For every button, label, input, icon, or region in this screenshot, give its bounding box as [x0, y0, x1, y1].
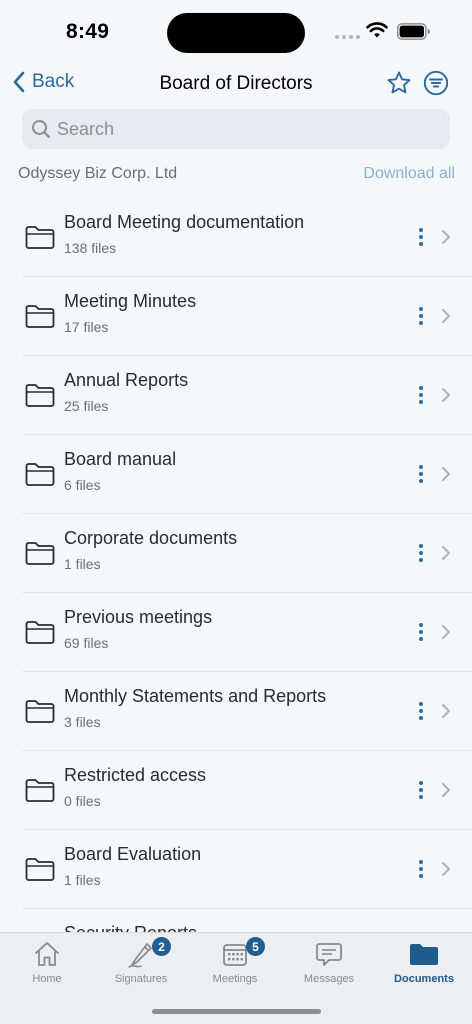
filter-icon[interactable] [423, 70, 449, 96]
more-options-icon[interactable] [413, 621, 429, 643]
tab-label: Signatures [114, 973, 168, 985]
file-count: 1 files [64, 872, 101, 888]
folder-row[interactable]: Board Evaluation 1 files [22, 830, 472, 909]
more-options-icon[interactable] [413, 542, 429, 564]
search-bar[interactable] [22, 109, 450, 149]
folder-icon [25, 305, 55, 328]
download-all-button[interactable]: Download all [363, 165, 455, 183]
folder-name: Meeting Minutes [64, 291, 197, 311]
tab-messages[interactable]: Messages [282, 933, 376, 993]
chevron-right-icon [442, 783, 450, 797]
folder-row[interactable]: Meeting Minutes 17 files [22, 277, 472, 356]
folder-icon [25, 621, 55, 644]
folder-name: Board Evaluation [64, 844, 202, 864]
home-indicator [152, 1009, 321, 1014]
folder-icon [25, 779, 55, 802]
file-count: 1 files [64, 556, 101, 572]
chevron-right-icon [442, 230, 450, 244]
dynamic-island [167, 13, 305, 53]
more-options-icon[interactable] [413, 700, 429, 722]
signal-icon [335, 35, 360, 39]
folder-row[interactable]: Restricted access 0 files [22, 751, 472, 830]
tab-signatures[interactable]: 2 Signatures [94, 933, 188, 993]
file-count: 6 files [64, 477, 101, 493]
folder-name: Corporate documents [64, 528, 238, 548]
file-count: 3 files [64, 714, 101, 730]
folder-icon [25, 700, 55, 723]
folder-icon [25, 542, 55, 565]
tab-label: Home [32, 973, 62, 985]
folder-icon [25, 463, 55, 486]
chevron-right-icon [442, 388, 450, 402]
folder-name: Annual Reports [64, 370, 189, 390]
signatures-badge: 2 [152, 937, 171, 956]
folder-name: Previous meetings [64, 607, 213, 627]
search-icon [32, 120, 51, 139]
organization-name: Odyssey Biz Corp. Ltd [18, 165, 178, 182]
tab-label: Meetings [212, 973, 258, 985]
folder-name: Board Meeting documentation [64, 212, 305, 232]
folder-icon [25, 384, 55, 407]
more-options-icon[interactable] [413, 779, 429, 801]
chevron-right-icon [442, 862, 450, 876]
folder-row[interactable]: Corporate documents 1 files [22, 514, 472, 593]
folder-row[interactable]: Previous meetings 69 files [22, 593, 472, 672]
meetings-badge: 5 [246, 937, 265, 956]
tab-home[interactable]: Home [0, 933, 94, 993]
tab-documents[interactable]: Documents [377, 933, 471, 993]
status-time: 8:49 [66, 20, 110, 43]
folder-row[interactable]: Board Meeting documentation 138 files [22, 198, 472, 277]
folder-row[interactable]: Security Reports [22, 909, 472, 932]
chevron-right-icon [442, 309, 450, 323]
status-bar: 8:49 [0, 0, 472, 62]
folder-name: Security Reports [64, 923, 197, 932]
file-count: 0 files [64, 793, 101, 809]
folder-row[interactable]: Monthly Statements and Reports 3 files [22, 672, 472, 751]
more-options-icon[interactable] [413, 226, 429, 248]
folder-icon [410, 944, 438, 965]
folder-icon [25, 226, 55, 249]
more-options-icon[interactable] [413, 384, 429, 406]
search-input[interactable] [57, 118, 437, 140]
tab-meetings[interactable]: 5 Meetings [188, 933, 282, 993]
folder-name: Board manual [64, 449, 177, 469]
more-options-icon[interactable] [413, 463, 429, 485]
folder-row[interactable]: Annual Reports 25 files [22, 356, 472, 435]
chevron-right-icon [442, 546, 450, 560]
navigation-bar: Back Board of Directors [0, 62, 472, 106]
more-options-icon[interactable] [413, 858, 429, 880]
chevron-right-icon [442, 625, 450, 639]
folder-name: Monthly Statements and Reports [64, 686, 327, 706]
folder-row[interactable]: Board manual 6 files [22, 435, 472, 514]
file-count: 138 files [64, 240, 117, 256]
file-count: 25 files [64, 398, 109, 414]
section-header: Odyssey Biz Corp. Ltd Download all [18, 165, 455, 187]
folder-icon [25, 858, 55, 881]
star-icon[interactable] [386, 70, 412, 96]
chevron-right-icon [442, 704, 450, 718]
home-icon [35, 942, 59, 966]
file-count: 17 files [64, 319, 109, 335]
folder-name: Restricted access [64, 765, 207, 785]
tab-label: Documents [394, 973, 454, 985]
tab-label: Messages [303, 973, 355, 985]
battery-icon [397, 23, 430, 40]
chat-icon [316, 943, 342, 966]
chevron-right-icon [442, 467, 450, 481]
more-options-icon[interactable] [413, 305, 429, 327]
file-count: 69 files [64, 635, 109, 651]
wifi-icon [366, 22, 388, 38]
folder-list: Board Meeting documentation 138 files Meet… [0, 198, 472, 932]
